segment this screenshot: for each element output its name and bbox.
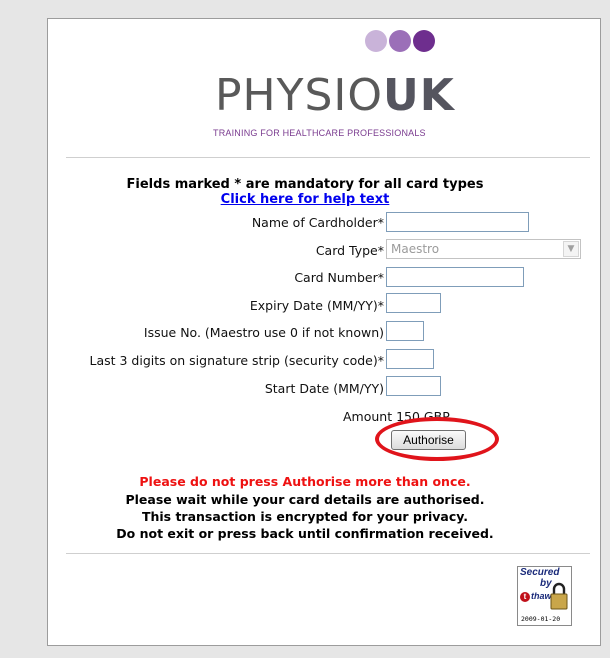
logo-dot-dark bbox=[413, 30, 435, 52]
cardholder-label: Name of Cardholder* bbox=[251, 215, 384, 230]
seal-date: 2009-01-20 bbox=[521, 615, 561, 623]
seal-secured-text: Secured bbox=[520, 567, 560, 578]
notice-line-2: This transaction is encrypted for your p… bbox=[141, 509, 469, 524]
card-type-label: Card Type* bbox=[315, 243, 384, 258]
help-text-link[interactable]: Click here for help text bbox=[0, 192, 610, 207]
bottom-divider bbox=[66, 553, 590, 554]
card-number-input[interactable] bbox=[386, 267, 524, 287]
cardholder-input[interactable] bbox=[386, 212, 529, 232]
card-type-selected: Maestro bbox=[391, 242, 440, 256]
expiry-label: Expiry Date (MM/YY)* bbox=[249, 298, 384, 313]
issue-no-label: Issue No. (Maestro use 0 if not known) bbox=[143, 325, 384, 340]
security-code-input[interactable] bbox=[386, 349, 434, 369]
issue-no-input[interactable] bbox=[386, 321, 424, 341]
logo-dot-light bbox=[365, 30, 387, 52]
logo-dot-mid bbox=[389, 30, 411, 52]
thawte-seal[interactable]: Secured by t thawte 2009-01-20 bbox=[517, 566, 572, 626]
top-divider bbox=[66, 157, 590, 158]
chevron-down-icon[interactable]: ▼ bbox=[563, 241, 579, 257]
padlock-icon bbox=[550, 582, 568, 610]
start-date-input[interactable] bbox=[386, 376, 441, 396]
physiouk-logo: PHYSIOUK bbox=[215, 74, 455, 118]
logo-suffix: UK bbox=[383, 70, 455, 121]
highlight-circle bbox=[375, 417, 499, 461]
expiry-input[interactable] bbox=[386, 293, 441, 313]
warning-text: Please do not press Authorise more than … bbox=[139, 474, 471, 489]
card-number-label: Card Number* bbox=[294, 270, 384, 285]
card-type-select[interactable]: Maestro ▼ bbox=[386, 239, 581, 259]
logo-tagline: TRAINING FOR HEALTHCARE PROFESSIONALS bbox=[213, 128, 426, 138]
notice-line-3: Do not exit or press back until confirma… bbox=[116, 526, 494, 541]
mandatory-note: Fields marked * are mandatory for all ca… bbox=[126, 177, 484, 192]
start-date-label: Start Date (MM/YY) bbox=[264, 381, 384, 396]
security-code-label: Last 3 digits on signature strip (securi… bbox=[89, 353, 384, 368]
logo-prefix: PHYSIO bbox=[215, 70, 384, 121]
notice-line-1: Please wait while your card details are … bbox=[125, 492, 485, 507]
